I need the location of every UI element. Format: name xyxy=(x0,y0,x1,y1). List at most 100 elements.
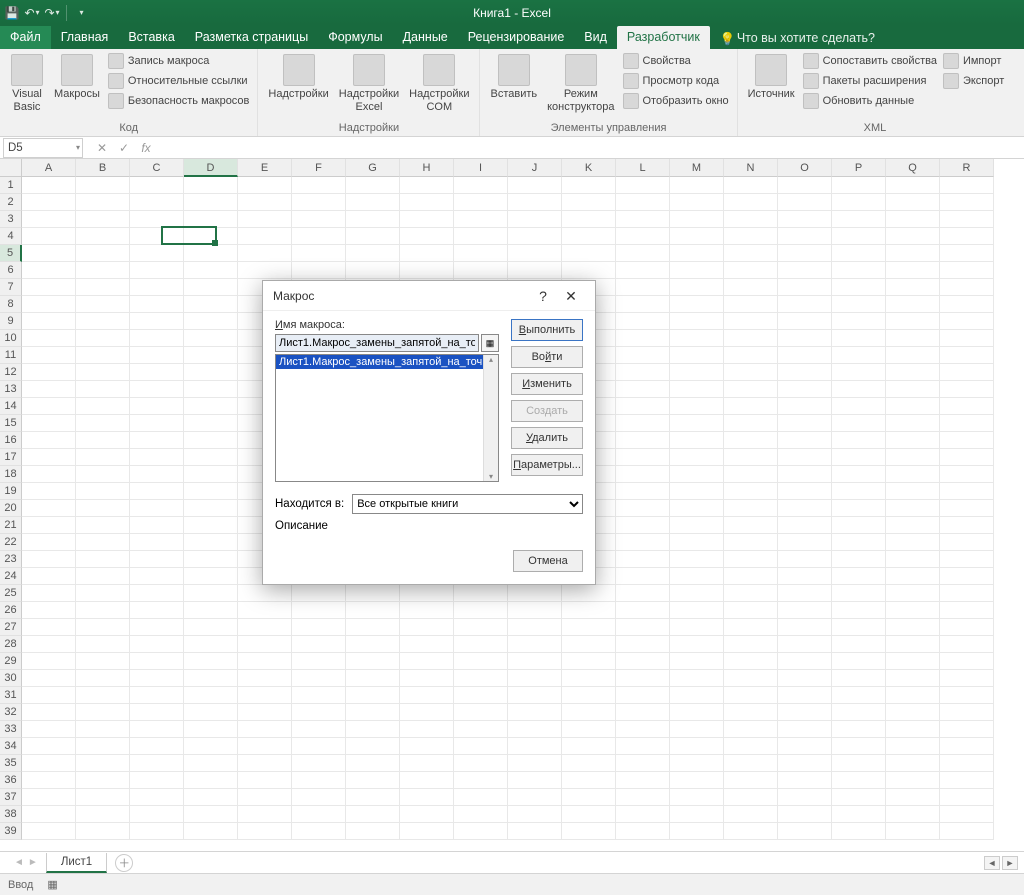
cell[interactable] xyxy=(832,432,886,449)
cell[interactable] xyxy=(940,415,994,432)
cell[interactable] xyxy=(562,789,616,806)
cell[interactable] xyxy=(886,228,940,245)
cell[interactable] xyxy=(184,806,238,823)
cell[interactable] xyxy=(292,245,346,262)
cell[interactable] xyxy=(130,466,184,483)
cell[interactable] xyxy=(886,721,940,738)
undo-icon[interactable]: ↶▾ xyxy=(24,5,40,21)
cell[interactable] xyxy=(616,721,670,738)
cell[interactable] xyxy=(724,228,778,245)
cell[interactable] xyxy=(832,568,886,585)
cell[interactable] xyxy=(778,364,832,381)
cell[interactable] xyxy=(22,330,76,347)
cell[interactable] xyxy=(292,755,346,772)
cell[interactable] xyxy=(724,602,778,619)
cell[interactable] xyxy=(724,670,778,687)
cell[interactable] xyxy=(724,534,778,551)
cell[interactable] xyxy=(508,653,562,670)
cell[interactable] xyxy=(832,194,886,211)
cell[interactable] xyxy=(130,194,184,211)
cell[interactable] xyxy=(886,619,940,636)
row-header[interactable]: 39 xyxy=(0,823,22,840)
cell[interactable] xyxy=(130,381,184,398)
column-header[interactable]: A xyxy=(22,159,76,177)
cell[interactable] xyxy=(778,636,832,653)
cell[interactable] xyxy=(22,228,76,245)
name-box[interactable]: D5▾ xyxy=(3,138,83,158)
cell[interactable] xyxy=(22,194,76,211)
cell[interactable] xyxy=(76,534,130,551)
column-header[interactable]: F xyxy=(292,159,346,177)
cell[interactable] xyxy=(184,347,238,364)
cell[interactable] xyxy=(832,347,886,364)
cell[interactable] xyxy=(400,262,454,279)
hscroll-left-button[interactable]: ◄ xyxy=(984,856,1000,870)
cell[interactable] xyxy=(292,262,346,279)
cell[interactable] xyxy=(940,534,994,551)
cell[interactable] xyxy=(76,687,130,704)
cell[interactable] xyxy=(778,789,832,806)
cell[interactable] xyxy=(940,619,994,636)
cell[interactable] xyxy=(832,619,886,636)
xml-export-button[interactable]: Экспорт xyxy=(941,71,1006,91)
cell[interactable] xyxy=(940,483,994,500)
cell[interactable] xyxy=(670,466,724,483)
cell[interactable] xyxy=(886,653,940,670)
expansion-packs-button[interactable]: Пакеты расширения xyxy=(801,71,939,91)
cell[interactable] xyxy=(130,721,184,738)
cell[interactable] xyxy=(292,823,346,840)
cell[interactable] xyxy=(616,653,670,670)
cell[interactable] xyxy=(832,279,886,296)
cell[interactable] xyxy=(778,483,832,500)
cell[interactable] xyxy=(724,347,778,364)
cell[interactable] xyxy=(778,619,832,636)
cell[interactable] xyxy=(562,619,616,636)
cell[interactable] xyxy=(346,262,400,279)
cell[interactable] xyxy=(562,245,616,262)
cell[interactable] xyxy=(238,687,292,704)
cell[interactable] xyxy=(940,755,994,772)
cell[interactable] xyxy=(400,653,454,670)
cell[interactable] xyxy=(76,704,130,721)
cell[interactable] xyxy=(670,177,724,194)
cell[interactable] xyxy=(22,381,76,398)
cell[interactable] xyxy=(130,619,184,636)
cell[interactable] xyxy=(724,262,778,279)
cell[interactable] xyxy=(130,364,184,381)
cell[interactable] xyxy=(832,296,886,313)
row-header[interactable]: 19 xyxy=(0,483,22,500)
cell[interactable] xyxy=(76,313,130,330)
cell[interactable] xyxy=(670,636,724,653)
cell[interactable] xyxy=(130,755,184,772)
cell[interactable] xyxy=(22,704,76,721)
cell[interactable] xyxy=(616,177,670,194)
cell[interactable] xyxy=(400,585,454,602)
cell[interactable] xyxy=(346,619,400,636)
cell[interactable] xyxy=(346,211,400,228)
cell[interactable] xyxy=(832,398,886,415)
cell[interactable] xyxy=(832,585,886,602)
cell[interactable] xyxy=(400,772,454,789)
cell[interactable] xyxy=(832,738,886,755)
dialog-titlebar[interactable]: Макрос ? ✕ xyxy=(263,281,595,311)
row-header[interactable]: 34 xyxy=(0,738,22,755)
cell[interactable] xyxy=(724,772,778,789)
cell[interactable] xyxy=(184,398,238,415)
cell[interactable] xyxy=(22,245,76,262)
cell[interactable] xyxy=(292,636,346,653)
cell[interactable] xyxy=(184,296,238,313)
cell[interactable] xyxy=(76,177,130,194)
cell[interactable] xyxy=(886,551,940,568)
cell[interactable] xyxy=(76,823,130,840)
cell[interactable] xyxy=(778,296,832,313)
cell[interactable] xyxy=(778,568,832,585)
cell[interactable] xyxy=(562,194,616,211)
cell[interactable] xyxy=(670,194,724,211)
cell[interactable] xyxy=(940,347,994,364)
cell[interactable] xyxy=(832,262,886,279)
cell[interactable] xyxy=(940,432,994,449)
cell[interactable] xyxy=(184,432,238,449)
hscroll-right-button[interactable]: ► xyxy=(1002,856,1018,870)
cell[interactable] xyxy=(778,177,832,194)
cell[interactable] xyxy=(670,296,724,313)
